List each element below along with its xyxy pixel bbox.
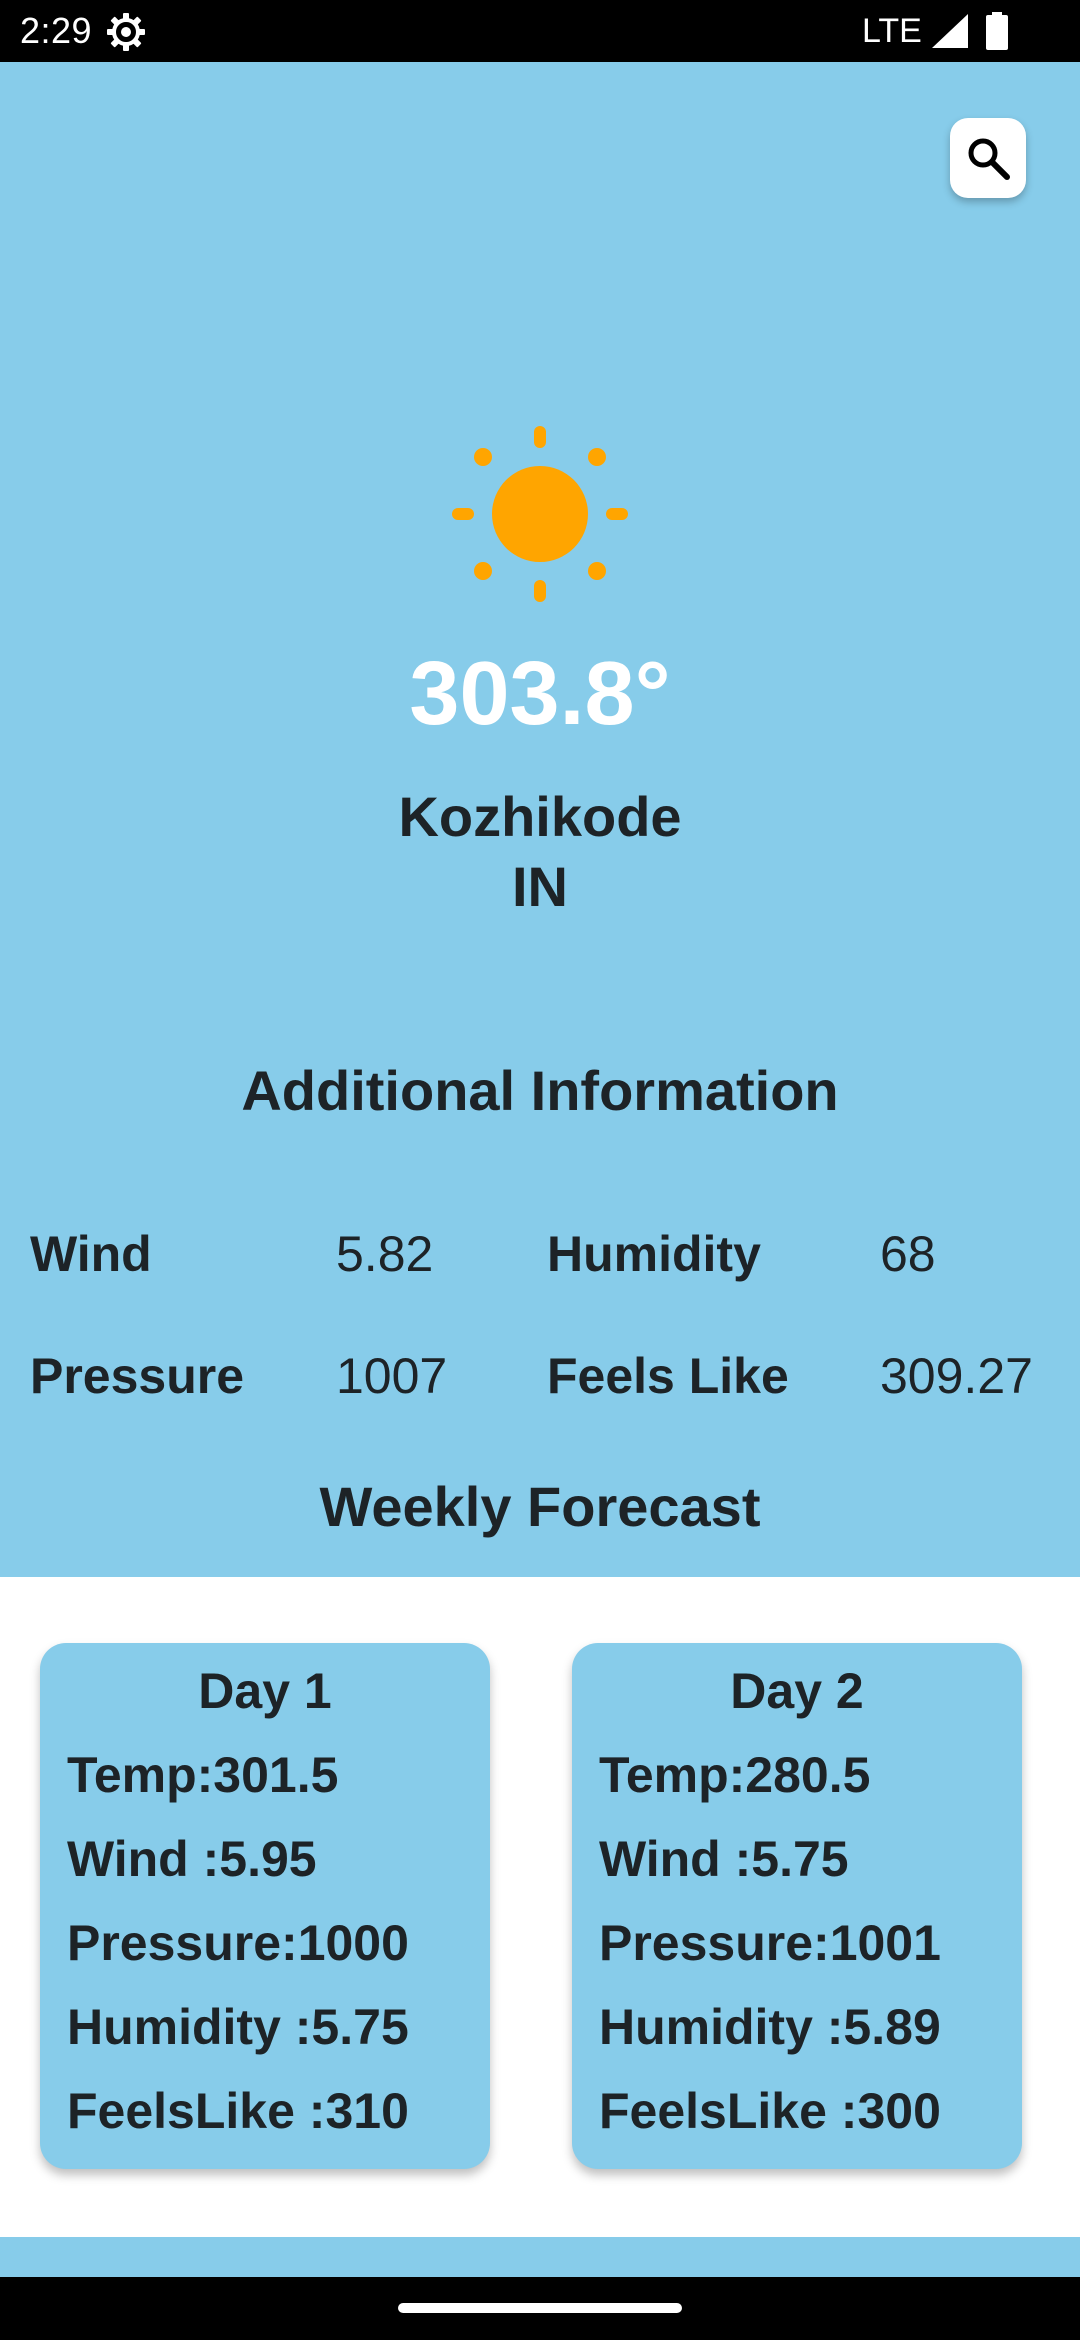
pressure-value: 1007 <box>336 1348 448 1404</box>
search-icon <box>968 138 1010 180</box>
weekly-forecast-title: Weekly Forecast <box>319 1475 761 1538</box>
additional-info-title: Additional Information <box>241 1059 839 1122</box>
day-pressure: Pressure:1000 <box>67 1915 409 1971</box>
status-time: 2:29 <box>20 10 93 51</box>
signal-icon <box>932 14 968 48</box>
day-temp: Temp:301.5 <box>67 1747 339 1803</box>
battery-icon <box>986 12 1008 50</box>
navigation-bar <box>0 2277 1080 2340</box>
day-feels-like: FeelsLike :300 <box>599 2083 941 2139</box>
day-feels-like: FeelsLike :310 <box>67 2083 409 2139</box>
search-button[interactable] <box>950 118 1026 198</box>
city-name: Kozhikode <box>398 785 682 848</box>
sun-icon <box>452 426 628 602</box>
wind-label: Wind <box>30 1226 152 1282</box>
wind-value: 5.82 <box>336 1226 434 1282</box>
current-weather-panel: 303.8° Kozhikode IN Additional Informati… <box>0 62 1080 1577</box>
humidity-label: Humidity <box>547 1226 761 1282</box>
current-temperature: 303.8° <box>409 644 671 744</box>
day-title: Day 2 <box>730 1663 864 1719</box>
gear-icon <box>107 13 145 51</box>
feels-like-value: 309.27 <box>880 1348 1033 1404</box>
day-temp: Temp:280.5 <box>599 1747 871 1803</box>
bottom-strip <box>0 2237 1080 2277</box>
day-wind: Wind :5.95 <box>67 1831 317 1887</box>
day-title: Day 1 <box>198 1663 332 1719</box>
day-humidity: Humidity :5.89 <box>599 1999 941 2055</box>
status-bar: 2:29 LTE <box>0 0 1080 62</box>
home-gesture-handle[interactable] <box>398 2303 682 2313</box>
forecast-card-day-1: Day 1 Temp:301.5 Wind :5.95 Pressure:100… <box>40 1643 490 2169</box>
forecast-card-day-2: Day 2 Temp:280.5 Wind :5.75 Pressure:100… <box>572 1643 1022 2169</box>
day-humidity: Humidity :5.75 <box>67 1999 409 2055</box>
day-wind: Wind :5.75 <box>599 1831 849 1887</box>
feels-like-label: Feels Like <box>547 1348 789 1404</box>
network-type: LTE <box>862 12 922 50</box>
pressure-label: Pressure <box>30 1348 245 1404</box>
day-pressure: Pressure:1001 <box>599 1915 941 1971</box>
country-code: IN <box>512 855 568 918</box>
humidity-value: 68 <box>880 1226 936 1282</box>
forecast-list: Day 1 Temp:301.5 Wind :5.95 Pressure:100… <box>0 1577 1080 2237</box>
